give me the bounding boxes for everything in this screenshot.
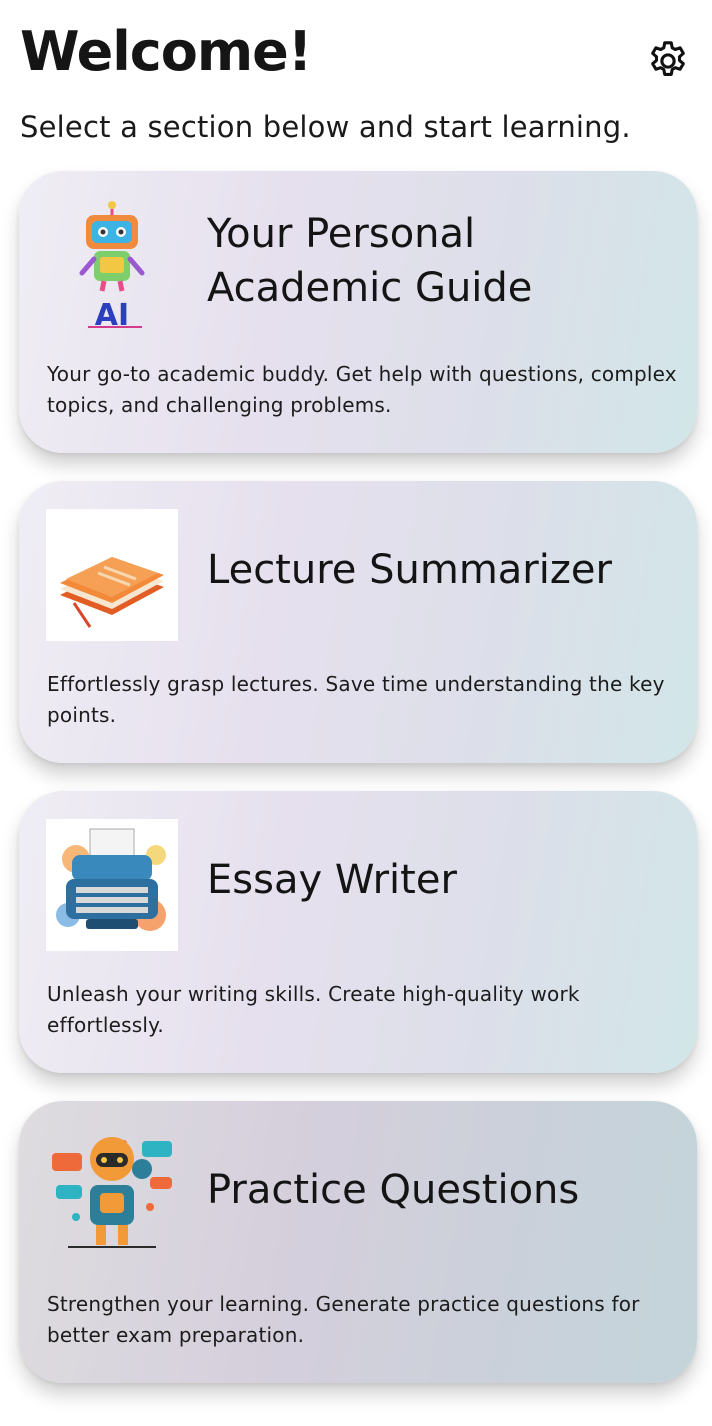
- settings-button[interactable]: [645, 38, 691, 84]
- card-title: Your Personal Academic Guide: [207, 211, 533, 311]
- card-description: Effortlessly grasp lectures. Save time u…: [47, 672, 665, 727]
- card-title: Lecture Summarizer: [207, 547, 612, 593]
- card-description: Strengthen your learning. Generate pract…: [47, 1292, 640, 1347]
- robot-ai-illustration: AI: [46, 199, 178, 333]
- page-title: Welcome!: [20, 20, 312, 83]
- card-description: Your go-to academic buddy. Get help with…: [47, 362, 677, 417]
- robot-chat-illustration: [46, 1129, 178, 1261]
- card-practice-questions[interactable]: Practice Questions Strengthen your learn…: [19, 1101, 697, 1383]
- notebook-illustration: [46, 509, 178, 641]
- card-lecture-summarizer[interactable]: Lecture Summarizer Effortlessly grasp le…: [19, 481, 697, 763]
- card-academic-guide[interactable]: AI Your Personal Academic Guide Your go-…: [19, 171, 697, 453]
- typewriter-illustration: [46, 819, 178, 951]
- card-title: Essay Writer: [207, 857, 457, 903]
- card-description: Unleash your writing skills. Create high…: [47, 982, 580, 1037]
- page-subtitle: Select a section below and start learnin…: [20, 110, 631, 144]
- card-title: Practice Questions: [207, 1167, 580, 1213]
- gear-icon: [651, 41, 685, 76]
- card-essay-writer[interactable]: Essay Writer Unleash your writing skills…: [19, 791, 697, 1073]
